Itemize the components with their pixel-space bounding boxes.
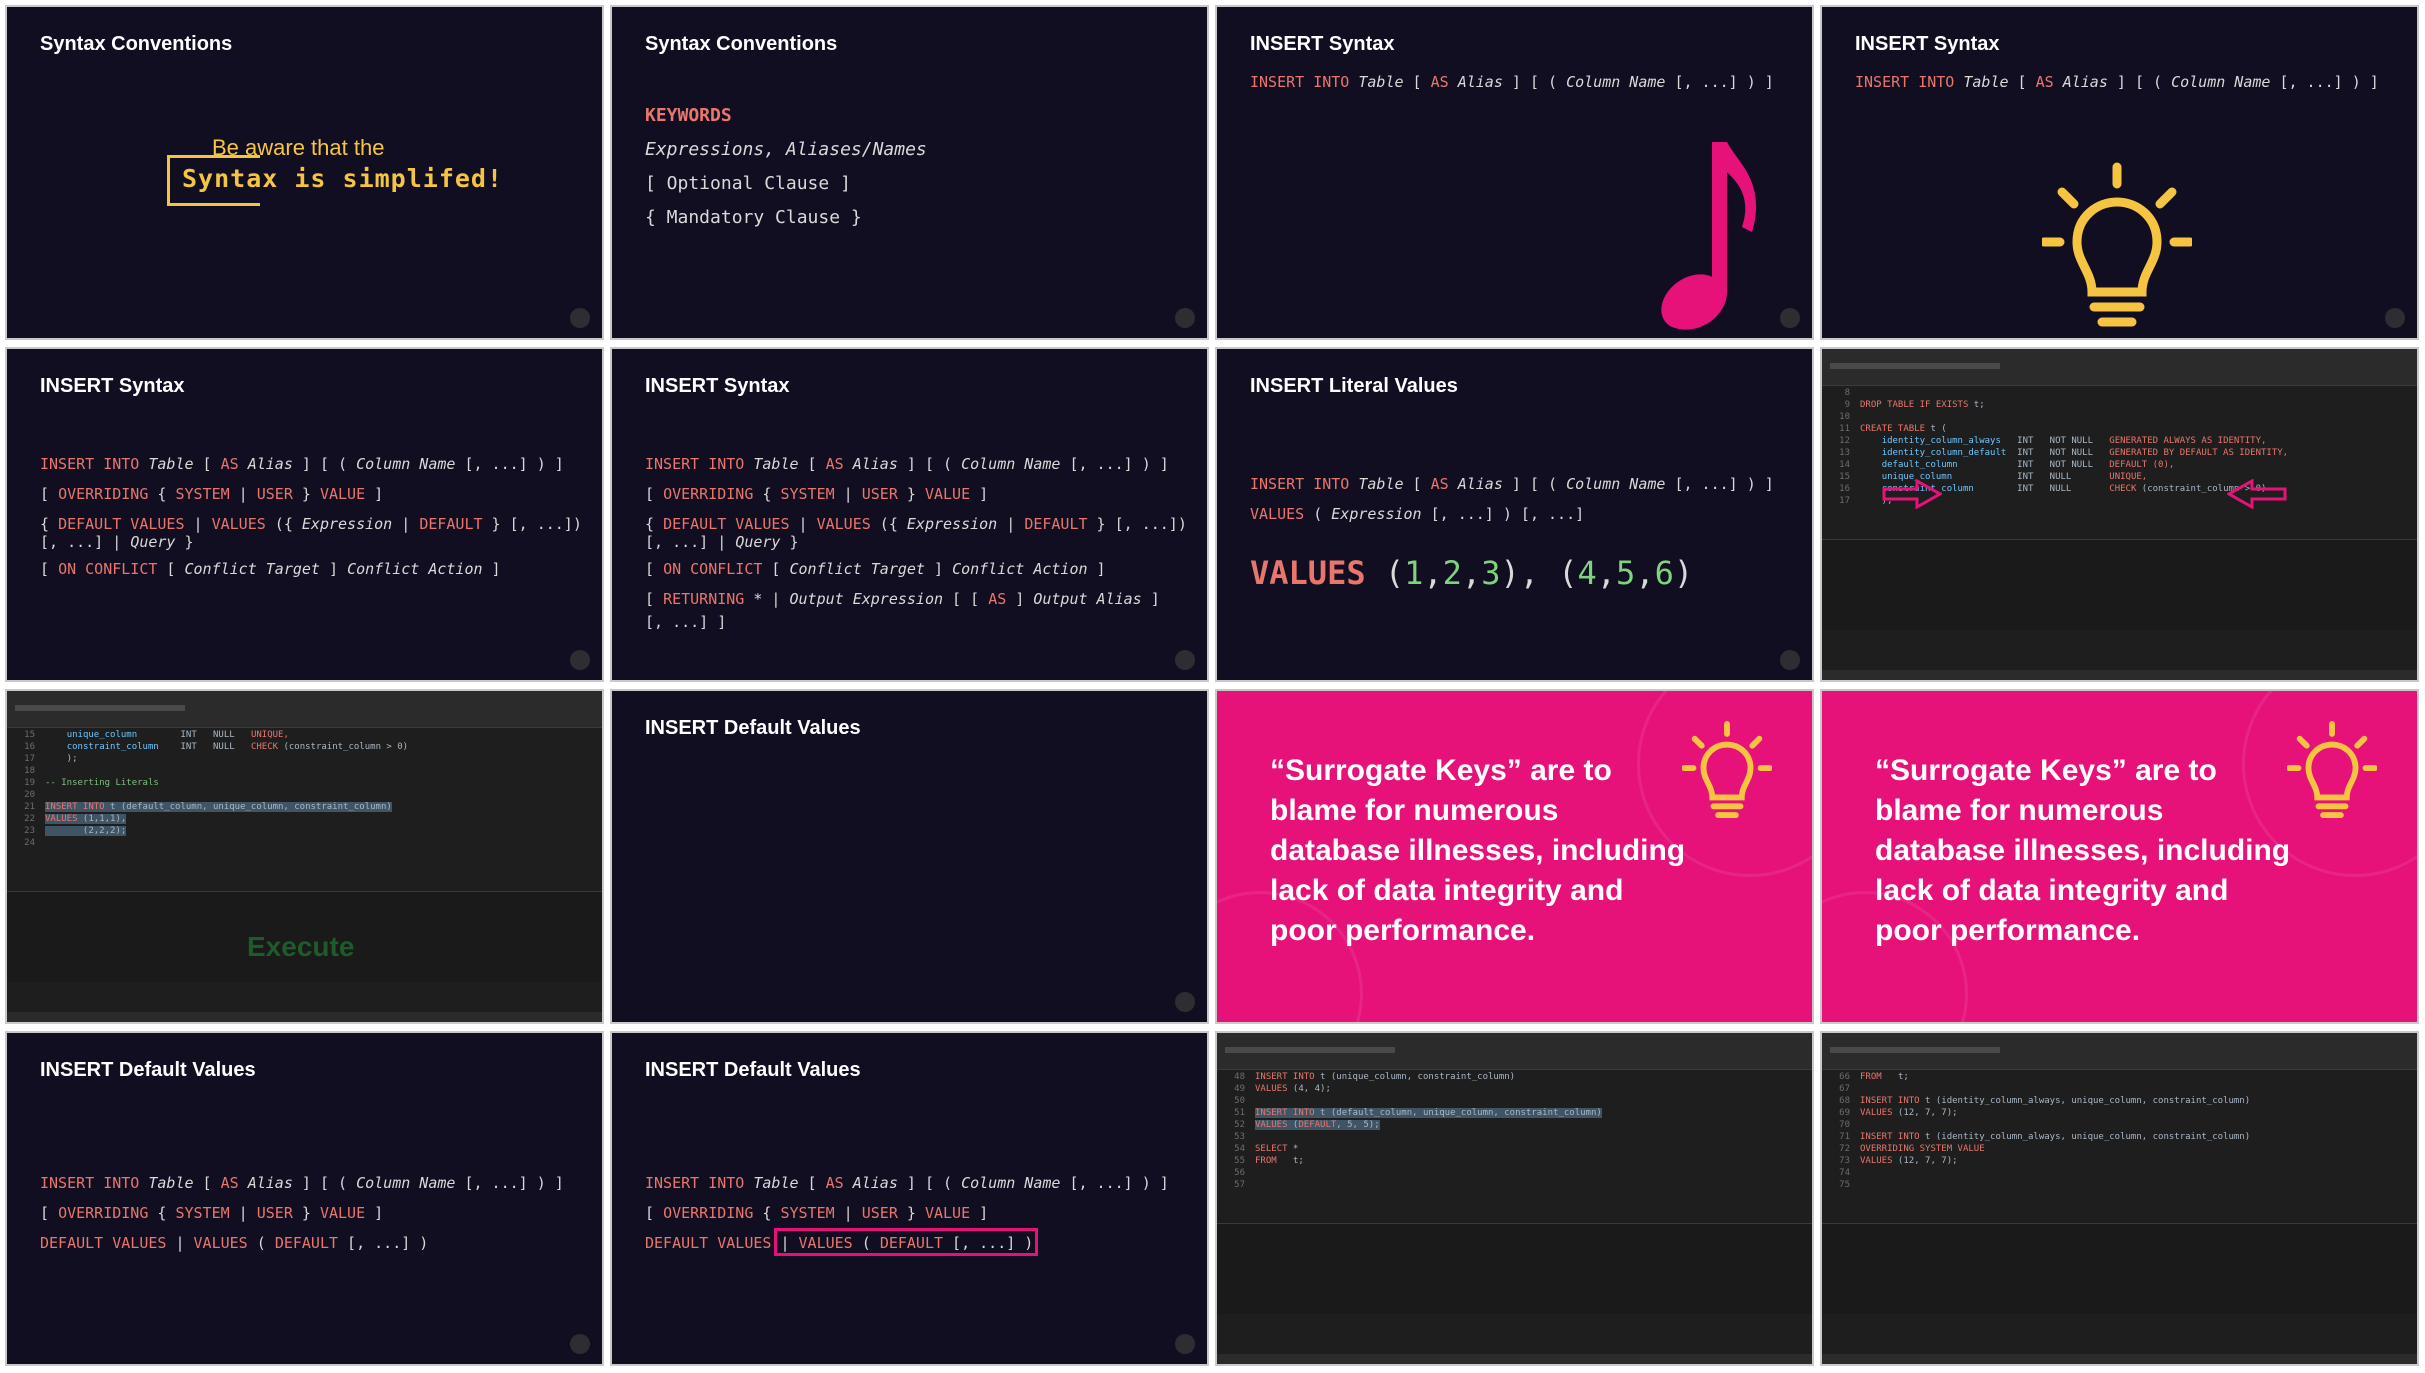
tile-title: INSERT Default Values: [645, 717, 861, 739]
highlight-box: [774, 1228, 1038, 1256]
tile-title: INSERT Syntax: [1250, 33, 1395, 55]
tile-insert-default-values-highlight[interactable]: INSERT Default Values INSERT INTO Table …: [610, 1031, 1209, 1366]
code-editor[interactable]: unique_column INT NULL UNIQUE, constrain…: [45, 729, 408, 837]
tile-syntax-conventions-1[interactable]: Syntax Conventions Be aware that the Syn…: [5, 5, 604, 340]
line-numbers: 66 67 68 69 70 71 72 73 74 75: [1839, 1072, 1850, 1190]
caption-line: Be aware that the: [212, 135, 385, 160]
values-example: VALUES (1,2,3), (4,5,6): [1250, 554, 1694, 592]
music-note-icon: [1661, 142, 1757, 330]
slide-grid: Syntax Conventions Be aware that the Syn…: [0, 0, 2425, 1373]
syntax-block-cont: [, ...] | Query }: [40, 533, 194, 551]
tile-title: INSERT Syntax: [1855, 33, 2000, 55]
quote-text: “Surrogate Keys” are to blame for numero…: [1270, 754, 1686, 947]
tile-ide-create-table[interactable]: 8 9 10 11 12 13 14 15 16 17 DROP TABLE I…: [1820, 347, 2419, 682]
results-panel: [1217, 1223, 1812, 1314]
keywords-label: KEYWORDS: [645, 105, 732, 126]
tile-title: INSERT Syntax: [40, 375, 185, 397]
line-numbers: 48 49 50 51 52 53 54 55 56 57: [1234, 1072, 1245, 1190]
watermark-icon: [570, 650, 590, 670]
code-comment: -- Inserting Literals: [45, 778, 159, 788]
expressions-label: Expressions, Aliases/Names: [645, 139, 927, 160]
syntax-block-cont: [, ...] | Query }: [645, 533, 799, 551]
tile-syntax-conventions-2[interactable]: Syntax Conventions KEYWORDS Expressions,…: [610, 5, 1209, 340]
watermark-icon: [570, 1334, 590, 1354]
arrow-right-icon: [1882, 479, 1942, 509]
watermark-icon: [2385, 308, 2405, 328]
line-numbers: 8 9 10 11 12 13 14 15 16 17: [1839, 388, 1850, 506]
syntax-block: INSERT INTO Table [ AS Alias ] [ ( Colum…: [40, 455, 582, 533]
code-editor[interactable]: FROM t; INSERT INTO t (identity_column_a…: [1860, 1071, 2250, 1167]
syntax-line: INSERT INTO Table [ AS Alias ] [ ( Colum…: [1250, 73, 1774, 91]
line-numbers: 15 16 17 18 19 20 21 22 23 24: [24, 730, 35, 848]
tile-insert-syntax-returning[interactable]: INSERT Syntax INSERT INTO Table [ AS Ali…: [610, 347, 1209, 682]
lightbulb-icon: [2042, 162, 2192, 327]
syntax-conflict: [ ON CONFLICT [ Conflict Target ] Confli…: [645, 560, 1160, 608]
tile-title: INSERT Literal Values: [1250, 375, 1458, 397]
mandatory-clause-label: { Mandatory Clause }: [645, 207, 862, 228]
tile-insert-syntax-full[interactable]: INSERT Syntax INSERT INTO Table [ AS Ali…: [5, 347, 604, 682]
status-bar: [7, 1012, 602, 1022]
watermark-icon: [1175, 1334, 1195, 1354]
syntax-line: INSERT INTO Table [ AS Alias ] [ ( Colum…: [1855, 73, 2379, 91]
syntax-returning-cont: [, ...] ]: [645, 613, 727, 631]
results-panel: [1822, 539, 2417, 630]
syntax-block: INSERT INTO Table [ AS Alias ] [ ( Colum…: [40, 1174, 564, 1252]
watermark-icon: [1175, 650, 1195, 670]
tile-ide-overriding[interactable]: 66 67 68 69 70 71 72 73 74 75 FROM t; IN…: [1820, 1031, 2419, 1366]
watermark-icon: [1780, 650, 1800, 670]
tile-title: INSERT Syntax: [645, 375, 790, 397]
tile-insert-default-values-empty[interactable]: INSERT Default Values: [610, 689, 1209, 1024]
watermark-icon: [1175, 308, 1195, 328]
lightbulb-icon: [2287, 721, 2377, 819]
status-bar: [1822, 1354, 2417, 1364]
ide-toolbar[interactable]: [1822, 349, 2417, 386]
tile-surrogate-keys-quote-1[interactable]: “Surrogate Keys” are to blame for numero…: [1215, 689, 1814, 1024]
tile-insert-default-values-syntax[interactable]: INSERT Default Values INSERT INTO Table …: [5, 1031, 604, 1366]
tile-ide-insert-literals[interactable]: 15 16 17 18 19 20 21 22 23 24 unique_col…: [5, 689, 604, 1024]
status-bar: [1822, 670, 2417, 680]
tile-title: Syntax Conventions: [40, 33, 233, 55]
ide-toolbar[interactable]: [7, 691, 602, 728]
syntax-block: INSERT INTO Table [ AS Alias ] [ ( Colum…: [1250, 475, 1774, 523]
tile-insert-syntax-music[interactable]: INSERT Syntax INSERT INTO Table [ AS Ali…: [1215, 5, 1814, 340]
tile-title: Syntax Conventions: [645, 33, 838, 55]
status-bar: [1217, 1354, 1812, 1364]
arrow-left-icon: [2227, 479, 2287, 509]
tile-ide-insert-default[interactable]: 48 49 50 51 52 53 54 55 56 57 INSERT INT…: [1215, 1031, 1814, 1366]
tile-insert-syntax-bulb[interactable]: INSERT Syntax INSERT INTO Table [ AS Ali…: [1820, 5, 2419, 340]
caption-highlight: Syntax is simplifed!: [182, 164, 504, 193]
tile-surrogate-keys-quote-2[interactable]: “Surrogate Keys” are to blame for numero…: [1820, 689, 2419, 1024]
ide-toolbar[interactable]: [1822, 1033, 2417, 1070]
quote-text: “Surrogate Keys” are to blame for numero…: [1875, 754, 2291, 947]
optional-clause-label: [ Optional Clause ]: [645, 173, 851, 194]
code-editor[interactable]: INSERT INTO t (unique_column, constraint…: [1255, 1071, 1602, 1167]
ide-toolbar[interactable]: [1217, 1033, 1812, 1070]
tile-insert-literal-values[interactable]: INSERT Literal Values INSERT INTO Table …: [1215, 347, 1814, 682]
tile-title: INSERT Default Values: [645, 1059, 861, 1081]
watermark-icon: [1175, 992, 1195, 1012]
tile-title: INSERT Default Values: [40, 1059, 256, 1081]
watermark-icon: [570, 308, 590, 328]
lightbulb-icon: [1682, 721, 1772, 819]
syntax-block: INSERT INTO Table [ AS Alias ] [ ( Colum…: [645, 455, 1187, 533]
syntax-conflict: [ ON CONFLICT [ Conflict Target ] Confli…: [40, 560, 501, 578]
watermark-icon: [1780, 308, 1800, 328]
results-panel: [1822, 1223, 2417, 1314]
execute-label: Execute: [247, 931, 355, 962]
